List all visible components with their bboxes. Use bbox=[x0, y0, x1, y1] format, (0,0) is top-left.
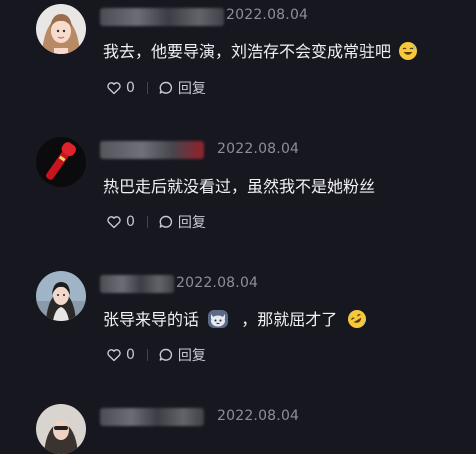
heart-icon bbox=[107, 82, 121, 95]
reply-button[interactable]: 回复 bbox=[158, 78, 206, 98]
comment-bubble-icon bbox=[159, 348, 172, 361]
username-blurred[interactable] bbox=[100, 408, 204, 426]
comment-bubble-icon bbox=[159, 215, 172, 228]
divider bbox=[146, 216, 148, 228]
avatar[interactable] bbox=[36, 271, 86, 321]
comment-actions: 0 回复 bbox=[106, 345, 206, 365]
comment-time: 2022.08.04 bbox=[217, 408, 300, 424]
avatar[interactable] bbox=[36, 404, 86, 454]
like-button[interactable]: 0 bbox=[106, 80, 135, 96]
reply-label: 回复 bbox=[177, 215, 206, 231]
heart-icon bbox=[107, 349, 121, 362]
like-count: 0 bbox=[126, 214, 135, 230]
comment-text: 热巴走后就没看过，虽然我不是她粉丝 bbox=[103, 177, 376, 196]
divider bbox=[146, 349, 148, 361]
comment-actions: 0 回复 bbox=[106, 212, 206, 232]
like-button[interactable]: 0 bbox=[106, 214, 135, 230]
rolling-laughing-emoji bbox=[348, 310, 367, 328]
comment-text-part1: 张导来导的话 bbox=[103, 310, 200, 329]
laughing-sweat-emoji bbox=[399, 42, 418, 60]
avatar[interactable] bbox=[36, 137, 86, 187]
heart-icon bbox=[107, 216, 121, 229]
comment-bubble-icon bbox=[159, 81, 172, 94]
like-count: 0 bbox=[126, 347, 135, 363]
reply-button[interactable]: 回复 bbox=[158, 345, 206, 365]
comment-text-part2: ，那就屈才了 bbox=[241, 310, 338, 329]
username-blurred[interactable] bbox=[100, 141, 204, 159]
cat-face-emoji bbox=[208, 310, 229, 328]
reply-label: 回复 bbox=[177, 348, 206, 364]
comment-text: 我去，他要导演，刘浩存不会变成常驻吧 bbox=[103, 38, 420, 62]
reply-button[interactable]: 回复 bbox=[158, 212, 206, 232]
divider bbox=[146, 82, 148, 94]
comment-time: 2022.08.04 bbox=[217, 141, 300, 157]
comment-text: 张导来导的话 ，那就屈才了 bbox=[103, 306, 369, 330]
comment-text-content: 我去，他要导演，刘浩存不会变成常驻吧 bbox=[103, 42, 392, 61]
username-blurred[interactable] bbox=[100, 275, 174, 293]
comment-time: 2022.08.04 bbox=[176, 275, 259, 291]
avatar[interactable] bbox=[36, 4, 86, 54]
username-blurred[interactable] bbox=[100, 8, 224, 26]
comment-time: 2022.08.04 bbox=[226, 7, 309, 23]
reply-label: 回复 bbox=[177, 81, 206, 97]
like-count: 0 bbox=[126, 80, 135, 96]
comment-actions: 0 回复 bbox=[106, 78, 206, 98]
like-button[interactable]: 0 bbox=[106, 347, 135, 363]
